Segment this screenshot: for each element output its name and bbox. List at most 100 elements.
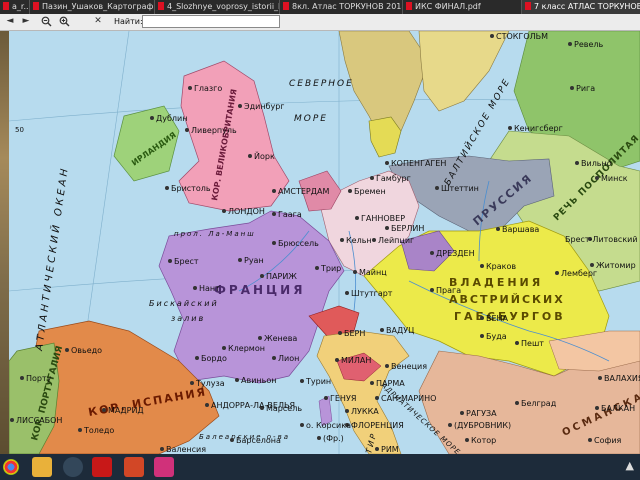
city-58: Овьедо [65, 346, 102, 355]
city-marker-icon [598, 376, 602, 380]
pdf-icon [158, 2, 164, 10]
city-label: (ДУБРОВНИК) [454, 421, 511, 430]
city-label: Порту [26, 374, 52, 383]
city-marker-icon [508, 126, 512, 130]
city-marker-icon [324, 396, 328, 400]
city-marker-icon [10, 418, 14, 422]
city-marker-icon [460, 411, 464, 415]
city-label: Лион [278, 354, 299, 363]
city-label: Дублин [156, 114, 187, 123]
city-label: Турин [305, 377, 331, 386]
city-65: Валенсия [160, 445, 206, 454]
city-marker-icon [465, 438, 469, 442]
city-marker-icon [230, 438, 234, 442]
city-32: Майнц [353, 268, 387, 277]
city-marker-icon [555, 271, 559, 275]
tab-2[interactable]: 4_Slozhnye_voprosy_istorii_Ra... [155, 0, 280, 14]
city-marker-icon [345, 291, 349, 295]
city-label: Буда [486, 332, 507, 341]
city-marker-icon [448, 423, 452, 427]
city-label: Бремен [354, 187, 386, 196]
city-marker-icon [385, 226, 389, 230]
city-marker-icon [480, 316, 484, 320]
city-label: Клермон [228, 344, 265, 353]
city-11: Кенигсберг [508, 124, 563, 133]
city-51: ПАРМА [370, 379, 405, 388]
city-label: Лейпциг [378, 236, 414, 245]
city-17: АМСТЕРДАМ [272, 187, 329, 196]
habsburg-label-1: ВЛАДЕНИЯ [449, 276, 543, 289]
tab-0[interactable]: a_r... [0, 0, 30, 14]
city-marker-icon [222, 209, 226, 213]
city-label: Валенсия [166, 445, 206, 454]
city-marker-icon [375, 396, 379, 400]
city-marker-icon [372, 238, 376, 242]
tray-expand-icon[interactable]: ▲ [626, 459, 634, 472]
city-33: Краков [480, 262, 516, 271]
city-label: ФЛОРЕНЦИЯ [351, 421, 404, 430]
city-15: Бремен [348, 187, 386, 196]
city-marker-icon [248, 154, 252, 158]
city-label: ДРЕЗДЕН [436, 249, 475, 258]
city-label: ВАДУЦ [386, 326, 414, 335]
city-marker-icon [430, 288, 434, 292]
city-marker-icon [335, 358, 339, 362]
city-marker-icon [20, 376, 24, 380]
la-manche-label: прол. Ла-Манш [174, 230, 256, 238]
city-52: Тулуза [190, 379, 225, 388]
city-label: Брест [174, 257, 199, 266]
city-label: Штеттин [441, 184, 479, 193]
city-label: Штутгарт [351, 289, 393, 298]
historical-map: СЕВЕРНОЕ МОРЕ Бискайский залив прол. Ла-… [9, 31, 640, 454]
find-input[interactable] [142, 15, 280, 28]
city-61: Толедо [78, 426, 114, 435]
city-70: РАГУЗА [460, 409, 497, 418]
city-19: БЕРЛИН [385, 224, 424, 233]
city-36: Штутгарт [345, 289, 393, 298]
powerpoint-icon[interactable] [124, 457, 144, 477]
tab-5[interactable]: 7 класс АТЛАС ТОРКУНОВ 2... [522, 0, 640, 14]
city-label: ГАННОВЕР [361, 214, 405, 223]
tab-1[interactable]: Пазин_Ушаков_Картографиче... [30, 0, 155, 14]
zoom-out-icon[interactable] [40, 16, 52, 27]
pdf-icon[interactable] [92, 457, 112, 477]
city-label: ЛИССАБОН [16, 416, 62, 425]
france-label: ФРАНЦИЯ [214, 283, 305, 297]
latitude-label: 50 [15, 126, 24, 134]
north-sea-label-2: МОРЕ [294, 114, 328, 124]
tab-4[interactable]: ИКС ФИНАЛ.pdf [403, 0, 522, 14]
media-icon[interactable] [63, 457, 83, 477]
arrow-left-icon[interactable]: ◄ [4, 16, 16, 27]
city-label: Эдинбург [244, 102, 285, 111]
city-marker-icon [235, 378, 239, 382]
city-marker-icon [590, 263, 594, 267]
close-icon[interactable]: ✕ [92, 16, 104, 27]
city-label: Котор [471, 436, 496, 445]
city-label: АМСТЕРДАМ [278, 187, 329, 196]
city-9: ЛОНДОН [222, 207, 265, 216]
city-1: Ревель [568, 40, 603, 49]
city-marker-icon [353, 270, 357, 274]
city-marker-icon [165, 186, 169, 190]
city-5: Ливерпуль [185, 126, 237, 135]
zoom-in-icon[interactable] [58, 16, 70, 27]
city-label: БЕРН [344, 329, 365, 338]
city-label: Рига [576, 84, 595, 93]
city-4: Эдинбург [238, 102, 285, 111]
city-label: СТОКГОЛЬМ [496, 32, 548, 41]
chrome-icon[interactable] [3, 459, 19, 475]
folder-icon[interactable] [32, 457, 52, 477]
city-label: ЛОНДОН [228, 207, 265, 216]
tab-3[interactable]: 8кл. Атлас ТОРКУНОВ 2018 -... [280, 0, 403, 14]
city-marker-icon [375, 447, 379, 451]
city-label: Краков [486, 262, 516, 271]
camera-icon[interactable] [154, 457, 174, 477]
city-marker-icon [515, 401, 519, 405]
city-73: София [588, 436, 622, 445]
city-label: Майнц [359, 268, 387, 277]
city-44: ВАДУЦ [380, 326, 414, 335]
arrow-right-icon[interactable]: ► [20, 16, 32, 27]
pdf-viewer[interactable]: СЕВЕРНОЕ МОРЕ Бискайский залив прол. Ла-… [9, 31, 640, 454]
city-label: Ревель [574, 40, 603, 49]
city-63: АНДОРРА-ЛА-ВЕЛЬЯ [205, 401, 295, 410]
